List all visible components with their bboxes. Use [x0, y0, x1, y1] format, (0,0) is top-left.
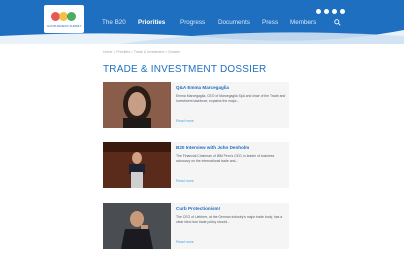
facebook-icon[interactable] [316, 9, 321, 14]
nav-members[interactable]: Members [290, 19, 316, 26]
nav-press[interactable]: Press [262, 19, 278, 26]
article-card[interactable]: B20 Interview with John Denholm The Fina… [103, 142, 289, 188]
article-card[interactable]: Q&A Emma Marcegaglia Emma Marcegaglia, C… [103, 82, 289, 128]
article-thumbnail[interactable] [103, 82, 171, 128]
read-more-link[interactable]: Read more [176, 119, 194, 123]
read-more-link[interactable]: Read more [176, 240, 194, 244]
article-description: Emma Marcegaglia, CEO of Marcegaglia SpA… [176, 94, 286, 103]
article-description: The Financial Chairman of IBM Peru's CEO… [176, 154, 275, 163]
article-title[interactable]: Q&A Emma Marcegaglia [176, 85, 229, 90]
twitter-icon[interactable] [324, 9, 329, 14]
article-thumbnail[interactable] [103, 203, 171, 249]
main-nav: The B20 Priorities Progress Documents Pr… [0, 19, 404, 29]
article-title[interactable]: B20 Interview with John Denholm [176, 145, 249, 150]
article-thumbnail[interactable] [103, 142, 171, 188]
nav-documents[interactable]: Documents [218, 19, 250, 26]
social-links [316, 9, 345, 14]
linkedin-icon[interactable] [332, 9, 337, 14]
top-navigation-bar: G20 BUSINESS SUMMIT The B20 Priorities P… [0, 0, 404, 44]
nav-the-b20[interactable]: The B20 [102, 19, 126, 26]
youtube-icon[interactable] [340, 9, 345, 14]
read-more-link[interactable]: Read more [176, 179, 194, 183]
nav-progress[interactable]: Progress [180, 19, 205, 26]
article-title[interactable]: Curb Protectionism! [176, 206, 220, 211]
search-icon[interactable] [334, 19, 341, 26]
article-card[interactable]: Curb Protectionism! The CEO of Liebherr,… [103, 203, 289, 249]
article-description: The CEO of Liebherr, at the German indus… [176, 215, 283, 224]
nav-priorities[interactable]: Priorities [138, 19, 165, 26]
breadcrumb: Home > Priorities > Trade & Investment >… [103, 50, 181, 54]
page-title: TRADE & INVESTMENT DOSSIER [103, 64, 267, 75]
